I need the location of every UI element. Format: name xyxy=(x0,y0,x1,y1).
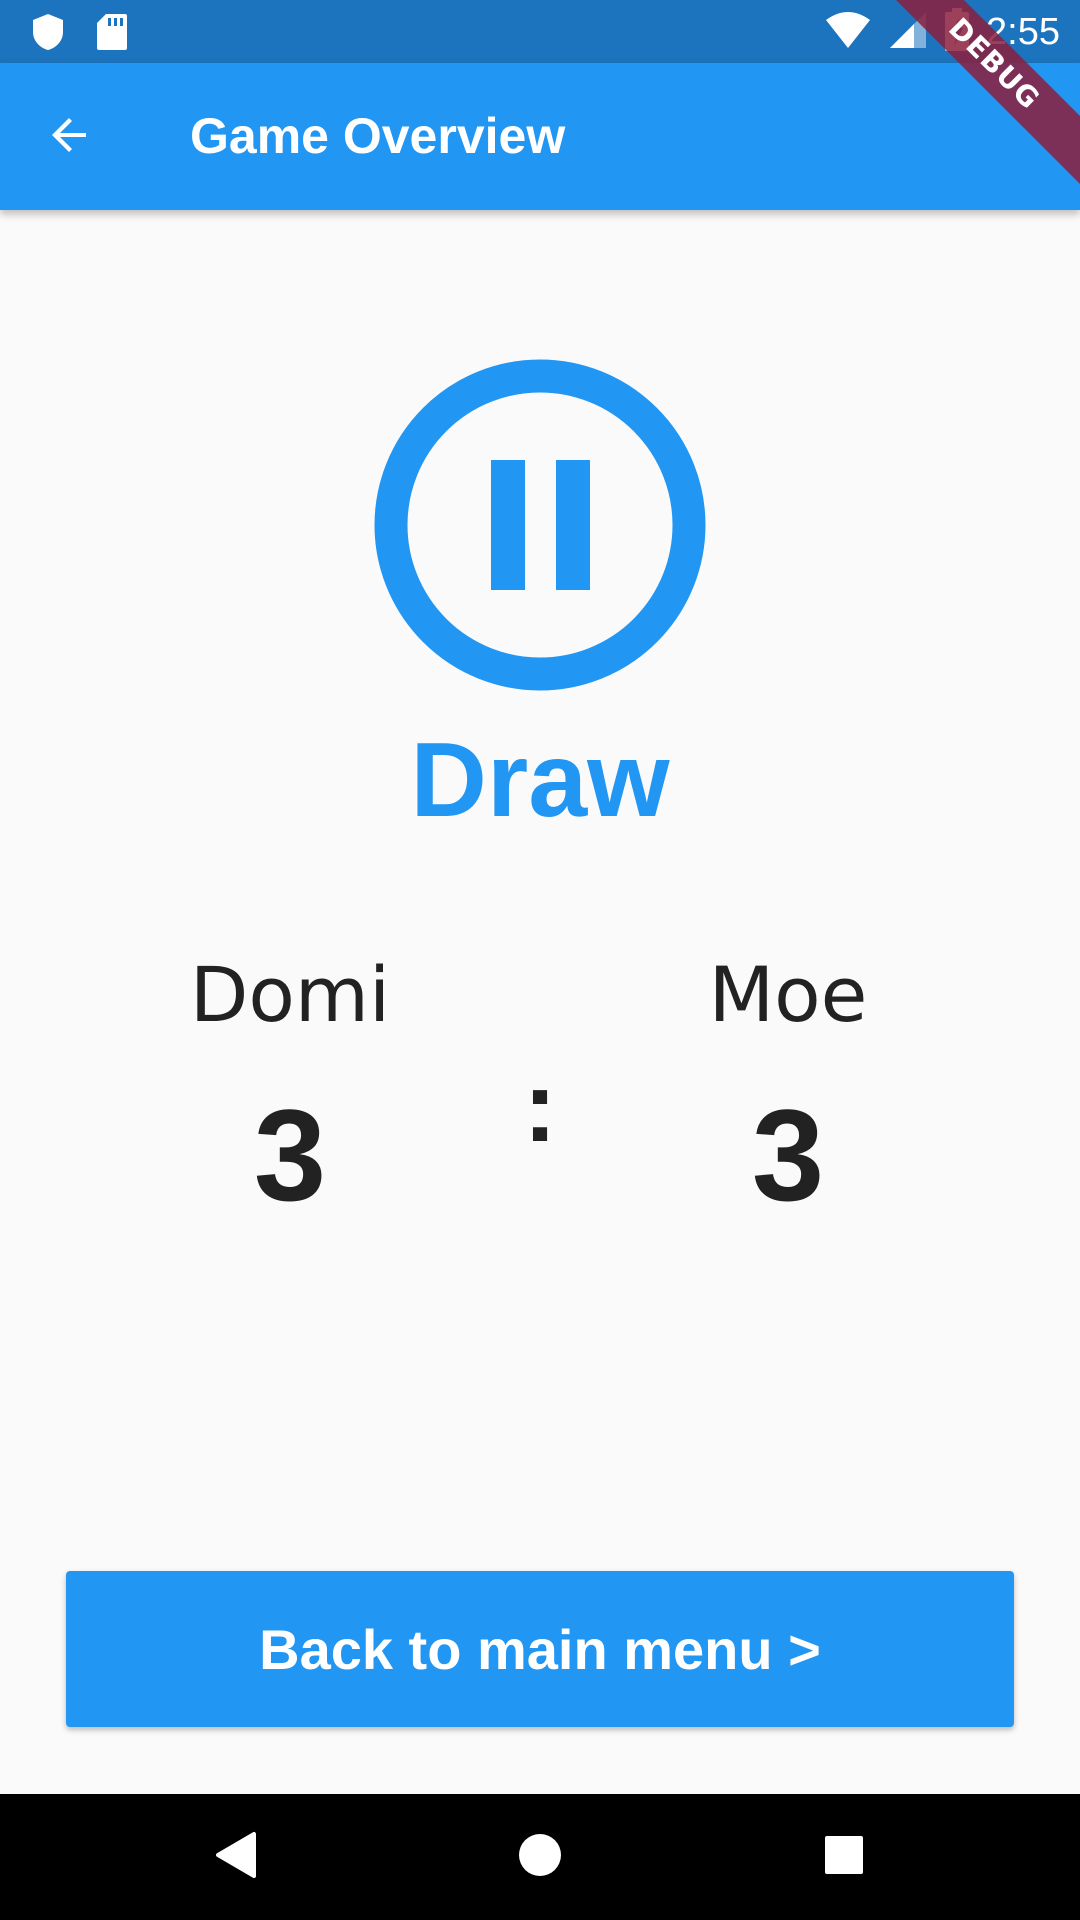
screen: 2:55 DEBUG Game Overview Draw Domi Moe :… xyxy=(0,0,1080,1920)
navigation-bar xyxy=(0,1794,1080,1920)
nav-back-button[interactable] xyxy=(200,1821,272,1893)
page-title: Game Overview xyxy=(190,108,566,164)
nav-recents-button[interactable] xyxy=(808,1821,880,1893)
result-label: Draw xyxy=(410,721,670,839)
player-2-name: Moe xyxy=(708,950,868,1039)
nav-home-button[interactable] xyxy=(504,1821,576,1893)
status-left-icons xyxy=(30,12,128,57)
app-bar: Game Overview xyxy=(0,63,1080,210)
nav-recents-icon xyxy=(823,1834,865,1881)
arrow-back-icon xyxy=(46,111,94,164)
shield-icon xyxy=(30,12,66,57)
back-to-main-menu-button[interactable]: Back to main menu > xyxy=(66,1571,1014,1727)
nav-home-icon xyxy=(517,1832,563,1883)
sd-card-icon xyxy=(96,13,128,56)
nav-back-icon xyxy=(214,1830,258,1885)
wifi-icon xyxy=(824,10,872,55)
back-button[interactable] xyxy=(30,97,110,177)
player-2-score: 3 xyxy=(751,1082,825,1228)
pause-circle-icon xyxy=(374,359,706,691)
player-1-score: 3 xyxy=(253,1082,327,1228)
player-1-name: Domi xyxy=(189,950,391,1039)
